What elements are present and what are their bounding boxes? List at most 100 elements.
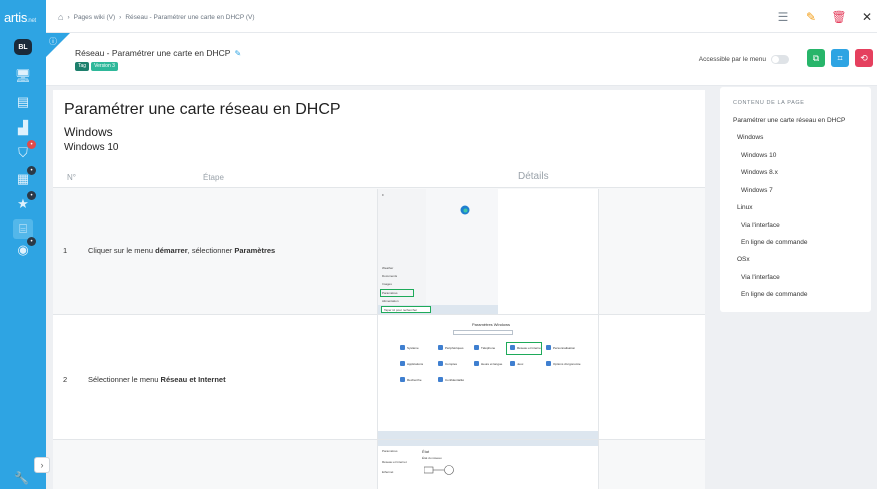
toc-link[interactable]: OSx <box>737 256 750 263</box>
settings-tile-label: Comptes <box>445 361 458 366</box>
column-header: Étape <box>203 173 224 182</box>
page-header: ⓘ Réseau - Paramétrer une carte en DHCP ✎… <box>46 33 877 86</box>
table-row: 2 Sélectionner le menu Réseau et Interne… <box>53 315 705 440</box>
user-initials: BL <box>18 43 28 51</box>
toc-link[interactable]: Via l'interface <box>741 222 780 229</box>
home-icon[interactable]: ⌂ <box>58 12 63 22</box>
toc-link[interactable]: Linux <box>737 204 753 211</box>
settings-tile: Heure et langue <box>474 361 502 366</box>
table-header: N° Étape Détails <box>53 166 705 188</box>
step-text-part: , sélectionner <box>187 246 235 255</box>
toc-link[interactable]: Paramétrer une carte réseau en DHCP <box>733 117 845 124</box>
notification-badge: • <box>27 140 36 149</box>
main-content: Paramétrer une carte réseau en DHCP Wind… <box>53 90 705 489</box>
toc-link[interactable]: Windows 10 <box>741 152 776 159</box>
page-title: Réseau - Paramétrer une carte en DHCP ✎ <box>75 48 241 58</box>
settings-tile: Comptes <box>438 361 457 366</box>
screenshot-start-menu[interactable]: ≡ Weather Documents Images Paramètres Al… <box>377 189 599 314</box>
wrench-icon[interactable]: 🔧 <box>14 471 29 485</box>
monitor-icon[interactable]: 🖥 <box>13 66 33 86</box>
table-row: 1 Cliquer sur le menu démarrer, sélectio… <box>53 188 705 315</box>
toc-link[interactable]: En ligne de commande <box>741 239 808 246</box>
highlight-box <box>506 342 542 355</box>
breadcrumb-item[interactable]: Pages wiki (V) <box>74 14 116 21</box>
shield-icon[interactable]: ⛉ • <box>13 140 36 163</box>
start-menu-tiles <box>426 189 498 313</box>
tag-badge[interactable]: Tag <box>75 62 90 71</box>
section-heading: Windows <box>64 125 113 139</box>
screenshot-network-status[interactable]: Paramètres État État du réseau Ethernet … <box>377 440 599 489</box>
settings-tile: Recherche <box>400 377 422 382</box>
toc-link[interactable]: Windows 8.x <box>741 169 778 176</box>
taskbar-search: Taper ici pour rechercher <box>381 306 431 313</box>
notification-badge: • <box>27 166 36 175</box>
list-icon[interactable]: ☰ <box>773 7 793 27</box>
toc-link[interactable]: Windows 7 <box>741 187 773 194</box>
window-titlebar <box>378 440 598 446</box>
expand-sidebar-button[interactable]: › <box>34 457 50 473</box>
settings-tile: Téléphone <box>474 345 495 350</box>
toc-link[interactable]: Via l'interface <box>741 274 780 281</box>
user-avatar[interactable]: BL <box>14 39 32 55</box>
settings-text: Ethernet <box>382 470 394 474</box>
edit-icon[interactable]: ✎ <box>234 49 241 58</box>
settings-tile-label: Heure et langue <box>481 361 503 366</box>
step-text: Sélectionner le menu Réseau et Internet <box>88 375 226 384</box>
list-header: ≡ <box>382 193 384 197</box>
settings-text: Réseau et Internet <box>382 460 407 464</box>
logo-suffix: .net <box>27 18 36 24</box>
settings-tile: Options d'ergonomie <box>546 361 581 366</box>
settings-tile: Applications <box>400 361 423 366</box>
toc-link[interactable]: Windows <box>737 134 763 141</box>
breadcrumb-item[interactable]: Réseau - Paramétrer une carte en DHCP (V… <box>125 14 254 21</box>
notification-badge: • <box>27 191 36 200</box>
column-header: N° <box>67 173 76 182</box>
globe-icon[interactable]: ◉ • <box>13 237 36 260</box>
sidebar: artis.net BL 🖥 ▤ ▟ ⛉ • ▦ • ★ • ⌸ ◉ • 🔧 › <box>0 0 50 489</box>
step-number: 1 <box>63 246 68 255</box>
content-title: Paramétrer une carte réseau en DHCP <box>64 101 341 118</box>
edge-icon <box>458 203 472 217</box>
app-logo[interactable]: artis.net <box>4 10 36 25</box>
taskbar <box>378 431 598 439</box>
history-button[interactable]: ⟲ <box>855 49 873 67</box>
step-text-bold: Paramètres <box>234 246 276 255</box>
settings-tile-label: Téléphone <box>481 345 496 350</box>
toc-link[interactable]: En ligne de commande <box>741 291 808 298</box>
toggle-switch[interactable] <box>771 55 789 64</box>
highlight-box <box>380 289 414 297</box>
start-menu-item: Alimentation <box>382 299 399 303</box>
star-icon[interactable]: ★ • <box>13 191 36 214</box>
document-icon[interactable]: ▤ <box>13 92 33 112</box>
screenshot-settings[interactable]: Paramètres Windows Système Périphériques… <box>377 315 599 439</box>
settings-tile-label: Périphériques <box>445 345 464 350</box>
start-menu-item: Images <box>382 282 392 286</box>
pencil-icon[interactable]: ✎ <box>801 7 821 27</box>
breadcrumb-separator: › <box>119 13 122 21</box>
settings-tile: Jeux <box>510 361 523 366</box>
settings-text: Paramètres <box>382 449 398 453</box>
settings-tile-label: Confidentialité <box>445 377 465 382</box>
trash-icon[interactable]: 🗑 <box>829 7 849 27</box>
tag-list: Tag Version 3 <box>75 62 118 71</box>
close-icon[interactable]: ✕ <box>857 7 877 27</box>
wiki-icon[interactable]: ⌸ <box>13 219 33 239</box>
settings-text: État du réseau <box>422 456 442 460</box>
info-icon: ⓘ <box>49 37 57 46</box>
chart-icon[interactable]: ▟ <box>13 118 33 138</box>
step-text-bold: Réseau et Internet <box>160 375 226 384</box>
menu-access-label: Accessible par le menu <box>698 56 766 63</box>
settings-text: État <box>422 449 430 454</box>
breadcrumb-separator: › <box>67 13 70 21</box>
open-external-button[interactable]: ⧉ <box>807 49 825 67</box>
structure-button[interactable]: ⌗ <box>831 49 849 67</box>
subsection-heading: Windows 10 <box>64 142 119 153</box>
settings-tile-label: Options d'ergonomie <box>553 361 581 366</box>
menu-access-toggle[interactable]: Accessible par le menu <box>699 55 789 64</box>
version-badge[interactable]: Version 3 <box>91 62 118 71</box>
settings-tile-label: Recherche <box>407 377 422 382</box>
notification-badge: • <box>27 237 36 246</box>
start-menu-item: Documents <box>382 274 398 278</box>
building-icon[interactable]: ▦ • <box>13 166 36 189</box>
start-menu-list: ≡ Weather Documents Images Paramètres Al… <box>378 189 426 313</box>
